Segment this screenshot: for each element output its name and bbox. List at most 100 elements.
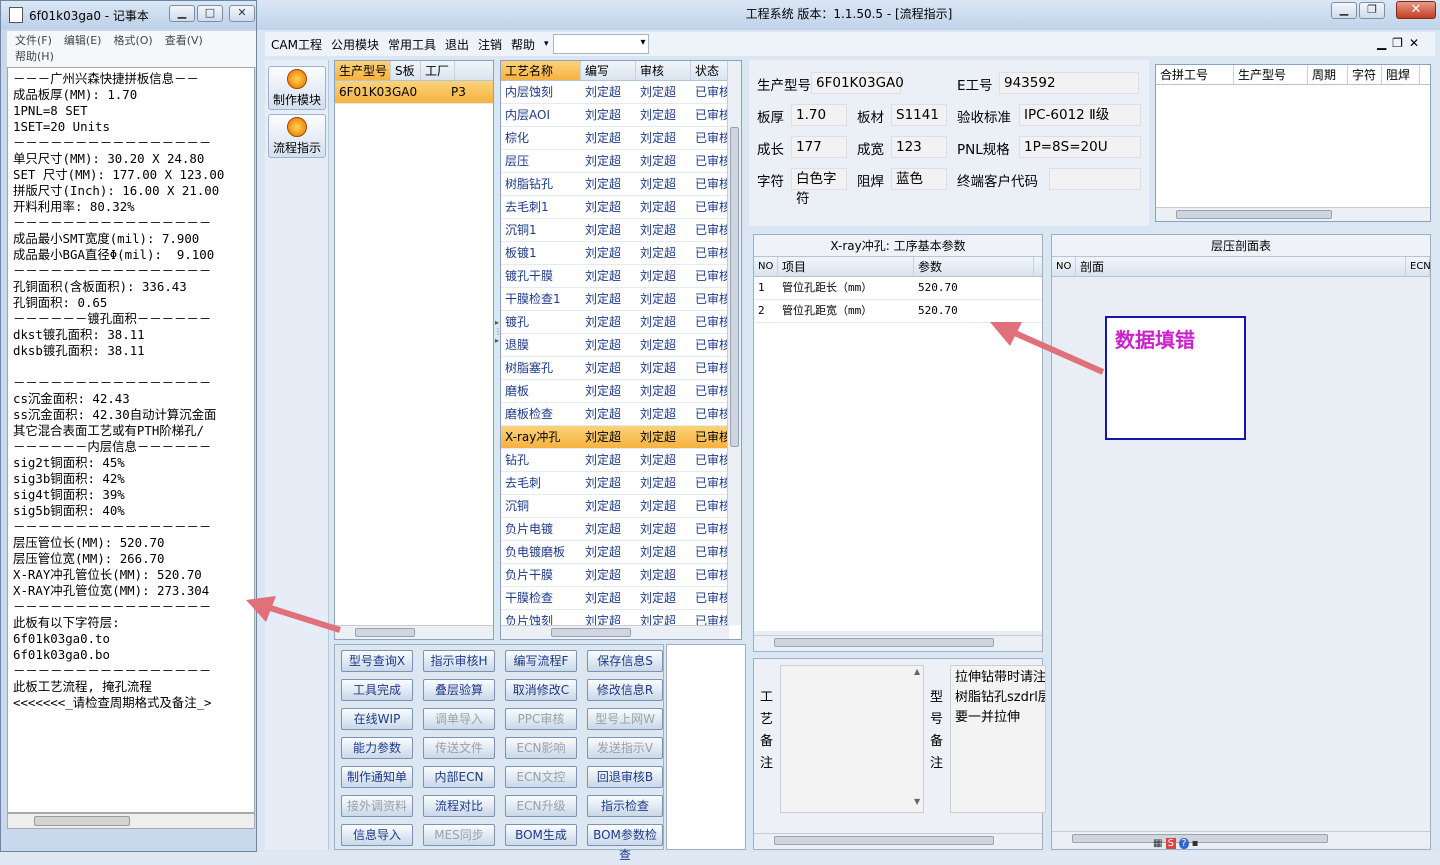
menu-common[interactable]: 公用模块 <box>331 36 379 53</box>
process-col-header[interactable]: 工艺名称 <box>501 61 581 80</box>
product-col-header[interactable]: 工厂 <box>421 61 455 80</box>
process-row[interactable]: 树脂钻孔 刘定超 刘定超 已审核 <box>501 173 729 196</box>
action-button[interactable]: 传送文件 <box>423 737 495 759</box>
params-row[interactable]: 1 管位孔距长（mm） 520.70 <box>754 277 1042 300</box>
scroll-down-icon[interactable]: ▼ <box>914 797 920 806</box>
process-row[interactable]: 磨板检查 刘定超 刘定超 已审核 <box>501 403 729 426</box>
action-button[interactable]: 编写流程F <box>505 650 577 672</box>
process-row[interactable]: 钻孔 刘定超 刘定超 已审核 <box>501 449 729 472</box>
action-button[interactable]: 制作通知单 <box>341 766 413 788</box>
action-button[interactable]: 型号上网W <box>587 708 663 730</box>
notes-hscrollbar[interactable] <box>754 833 1042 847</box>
notepad-text-area[interactable]: －－－广州兴森快捷拼板信息－－ 成品板厚(MM): 1.70 1PNL=8 SE… <box>7 67 255 813</box>
info-value[interactable]: 1P=8S=20U <box>1019 136 1141 158</box>
info-value[interactable]: 白色字符 <box>791 168 847 207</box>
process-row[interactable]: 负电镀磨板 刘定超 刘定超 已审核 <box>501 541 729 564</box>
chevron-down-icon[interactable]: ▾ <box>544 39 549 49</box>
params-hscrollbar[interactable] <box>754 635 1042 649</box>
action-button[interactable]: 取消修改C <box>505 679 577 701</box>
params-row[interactable]: 2 管位孔距宽（mm） 520.70 <box>754 300 1042 323</box>
info-value[interactable]: 6F01K03GA0 <box>811 72 904 94</box>
notepad-menu-1[interactable]: 编辑(E) <box>64 34 102 47</box>
action-button[interactable]: 在线WIP <box>341 708 413 730</box>
process-col-header[interactable]: 审核 <box>636 61 691 80</box>
action-button[interactable]: BOM参数检查 <box>587 824 663 862</box>
process-row[interactable]: 干膜检查1 刘定超 刘定超 已审核 <box>501 288 729 311</box>
menu-tools[interactable]: 常用工具 <box>388 36 436 53</box>
info-value[interactable]: 177 <box>791 136 847 158</box>
process-row[interactable]: 镀孔干膜 刘定超 刘定超 已审核 <box>501 265 729 288</box>
process-row[interactable]: 去毛刺1 刘定超 刘定超 已审核 <box>501 196 729 219</box>
stack-col-header[interactable]: ECN <box>1406 257 1431 276</box>
params-col-header[interactable]: NO <box>754 257 778 276</box>
info-value[interactable]: S1141 <box>891 104 947 126</box>
close-icon[interactable]: ✕ <box>1396 1 1436 19</box>
action-button[interactable]: 回退审核B <box>587 766 663 788</box>
process-row[interactable]: 干膜检查 刘定超 刘定超 已审核 <box>501 587 729 610</box>
minimize-icon[interactable]: ▁ <box>169 5 195 22</box>
product-hscrollbar[interactable] <box>335 625 493 639</box>
notepad-menu-4[interactable]: 帮助(H) <box>15 50 54 63</box>
process-row[interactable]: 树脂塞孔 刘定超 刘定超 已审核 <box>501 357 729 380</box>
process-row[interactable]: 退膜 刘定超 刘定超 已审核 <box>501 334 729 357</box>
action-button[interactable]: 保存信息S <box>587 650 663 672</box>
merge-col-header[interactable]: 阻焊 <box>1382 65 1420 84</box>
action-button[interactable]: 工具完成 <box>341 679 413 701</box>
action-button[interactable]: BOM生成 <box>505 824 577 846</box>
action-button[interactable]: PPC审核 <box>505 708 577 730</box>
merge-col-header[interactable]: 周期 <box>1308 65 1348 84</box>
process-row[interactable]: 磨板 刘定超 刘定超 已审核 <box>501 380 729 403</box>
process-row[interactable]: 内层蚀刻 刘定超 刘定超 已审核 <box>501 81 729 104</box>
action-button[interactable]: 信息导入 <box>341 824 413 846</box>
toolbar-combo[interactable] <box>552 34 649 54</box>
process-row[interactable]: 内层AOI 刘定超 刘定超 已审核 <box>501 104 729 127</box>
menu-help[interactable]: 帮助 <box>511 36 535 53</box>
merge-col-header[interactable]: 生产型号 <box>1234 65 1308 84</box>
process-row[interactable]: 层压 刘定超 刘定超 已审核 <box>501 150 729 173</box>
flow-guide-button[interactable]: 流程指示 <box>268 114 326 158</box>
action-button[interactable]: MES同步 <box>423 824 495 846</box>
notepad-menu-0[interactable]: 文件(F) <box>15 34 52 47</box>
process-vscrollbar[interactable] <box>727 61 741 625</box>
action-button[interactable]: 叠层验算 <box>423 679 495 701</box>
mdi-controls[interactable]: ▁❐✕ <box>1377 36 1425 50</box>
action-button[interactable]: 发送指示V <box>587 737 663 759</box>
action-button[interactable]: 修改信息R <box>587 679 663 701</box>
action-button[interactable]: ECN影响 <box>505 737 577 759</box>
menu-cam[interactable]: CAM工程 <box>271 36 322 53</box>
action-button[interactable]: 型号查询X <box>341 650 413 672</box>
merge-col-header[interactable]: 字符 <box>1348 65 1382 84</box>
action-button[interactable]: ECN文控 <box>505 766 577 788</box>
restore-icon[interactable]: ❐ <box>1359 2 1385 19</box>
maximize-icon[interactable]: □ <box>197 5 223 22</box>
process-col-header[interactable]: 编写 <box>581 61 636 80</box>
notepad-menu-2[interactable]: 格式(O) <box>113 34 152 47</box>
info-value[interactable]: 943592 <box>999 72 1139 94</box>
process-row[interactable]: 沉铜1 刘定超 刘定超 已审核 <box>501 219 729 242</box>
info-value[interactable] <box>1049 168 1141 190</box>
notepad-hscrollbar[interactable] <box>7 813 255 829</box>
process-row[interactable]: 负片电镀 刘定超 刘定超 已审核 <box>501 518 729 541</box>
action-button[interactable]: 能力参数 <box>341 737 413 759</box>
minimize-icon[interactable]: ▁ <box>1331 2 1357 19</box>
params-col-header[interactable]: 项目 <box>778 257 914 276</box>
action-button[interactable]: 接外调资料 <box>341 795 413 817</box>
product-row[interactable]: 6F01K03GA0 P3 <box>335 81 493 104</box>
action-button[interactable]: ECN升级 <box>505 795 577 817</box>
process-row[interactable]: X-ray冲孔 刘定超 刘定超 已审核 <box>501 426 729 449</box>
model-notes-field[interactable]: 拉伸钻带时请注 树脂钻孔szdrl层 要一并拉伸 <box>950 665 1046 813</box>
process-row[interactable]: 去毛刺 刘定超 刘定超 已审核 <box>501 472 729 495</box>
info-value[interactable]: 1.70 <box>791 104 847 126</box>
process-row[interactable]: 沉铜 刘定超 刘定超 已审核 <box>501 495 729 518</box>
action-button[interactable]: 指示检查 <box>587 795 663 817</box>
close-icon[interactable]: ✕ <box>229 5 255 22</box>
product-col-header[interactable]: 生产型号 <box>335 61 391 80</box>
merge-col-header[interactable]: 合拼工号 <box>1156 65 1234 84</box>
product-col-header[interactable]: S板 <box>391 61 421 80</box>
process-row[interactable]: 负片干膜 刘定超 刘定超 已审核 <box>501 564 729 587</box>
merge-hscrollbar[interactable] <box>1156 207 1430 221</box>
process-row[interactable]: 镀孔 刘定超 刘定超 已审核 <box>501 311 729 334</box>
action-button[interactable]: 调单导入 <box>423 708 495 730</box>
action-button[interactable]: 流程对比 <box>423 795 495 817</box>
info-value[interactable]: 蓝色 <box>891 168 947 190</box>
